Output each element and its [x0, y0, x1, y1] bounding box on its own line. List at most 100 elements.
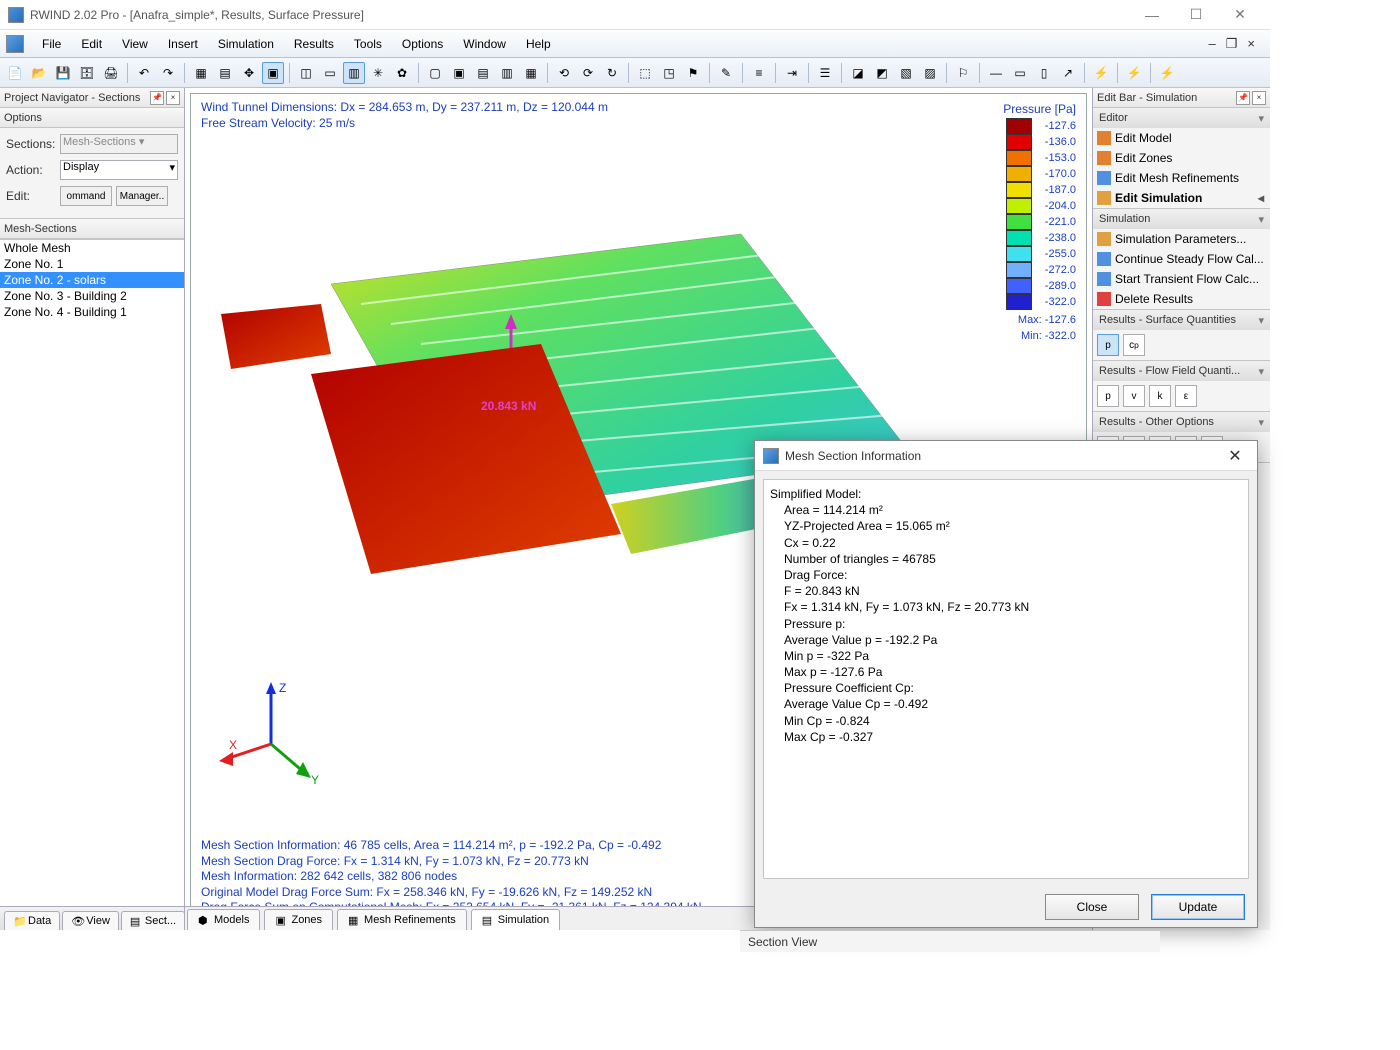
close-panel-icon[interactable]: ×	[166, 91, 180, 105]
menu-view[interactable]: View	[112, 33, 158, 55]
pin-icon[interactable]: 📌	[1236, 91, 1250, 105]
menu-edit[interactable]: Edit	[71, 33, 112, 55]
flow-k-button[interactable]: k	[1149, 385, 1171, 407]
view2-icon[interactable]: ▣	[448, 62, 470, 84]
list-item[interactable]: Zone No. 1	[0, 256, 184, 272]
list-item[interactable]: Whole Mesh	[0, 240, 184, 256]
nav-tab-view[interactable]: 👁View	[62, 911, 119, 930]
menu-tools[interactable]: Tools	[344, 33, 392, 55]
arrow-icon[interactable]: ↗	[1057, 62, 1079, 84]
menu-insert[interactable]: Insert	[158, 33, 208, 55]
print-icon[interactable]: 🖨	[100, 62, 122, 84]
select-icon[interactable]: ▣	[262, 62, 284, 84]
minimize-button[interactable]: —	[1130, 1, 1174, 29]
list-item[interactable]: Zone No. 3 - Building 2	[0, 288, 184, 304]
doc-tab-zones[interactable]: ▣Zones	[264, 909, 333, 930]
menu-help[interactable]: Help	[516, 33, 561, 55]
edit-manager-button[interactable]: Manager..	[116, 186, 168, 206]
box3-icon[interactable]: ▥	[343, 62, 365, 84]
redo-icon[interactable]: ↷	[157, 62, 179, 84]
mdi-close[interactable]: ×	[1244, 36, 1258, 52]
move-icon[interactable]: ✥	[238, 62, 260, 84]
flow-p-button[interactable]: p	[1097, 385, 1119, 407]
sim-item[interactable]: Start Transient Flow Calc...	[1093, 269, 1270, 289]
open-icon[interactable]: 📂	[28, 62, 50, 84]
menu-options[interactable]: Options	[392, 33, 453, 55]
edit-command-button[interactable]: ommand	[60, 186, 112, 206]
nav-tab-sect[interactable]: ▤Sect...	[121, 911, 185, 930]
flag-icon[interactable]: ⚑	[682, 62, 704, 84]
box1-icon[interactable]: ◫	[295, 62, 317, 84]
editor-item[interactable]: Edit Model	[1093, 128, 1270, 148]
tool-icon[interactable]: ✿	[391, 62, 413, 84]
rotate3-icon[interactable]: ↻	[601, 62, 623, 84]
flow-v-button[interactable]: v	[1123, 385, 1145, 407]
misc2-icon[interactable]: ◩	[871, 62, 893, 84]
pin-icon[interactable]: 📌	[150, 91, 164, 105]
doc-tab-models[interactable]: ⬢Models	[187, 909, 260, 930]
update-button[interactable]: Update	[1151, 894, 1245, 920]
misc3-icon[interactable]: ▧	[895, 62, 917, 84]
save-icon[interactable]: 💾	[52, 62, 74, 84]
close-button[interactable]: ✕	[1218, 1, 1262, 29]
editor-item[interactable]: Edit Zones	[1093, 148, 1270, 168]
close-panel-icon[interactable]: ×	[1252, 91, 1266, 105]
light2-icon[interactable]: ⚡	[1123, 62, 1145, 84]
dialog-close-icon[interactable]: ✕	[1221, 446, 1249, 466]
doc-tab-simulation[interactable]: ▤Simulation	[471, 909, 560, 930]
simulation-section-header[interactable]: Simulation▾	[1093, 209, 1270, 229]
menu-window[interactable]: Window	[453, 33, 516, 55]
cube2-icon[interactable]: ◳	[658, 62, 680, 84]
view3-icon[interactable]: ▤	[472, 62, 494, 84]
align-icon[interactable]: ⇥	[781, 62, 803, 84]
dialog-titlebar[interactable]: Mesh Section Information ✕	[755, 441, 1257, 471]
box2-icon[interactable]: ▭	[319, 62, 341, 84]
new-icon[interactable]: 📄	[4, 62, 26, 84]
other-options-header[interactable]: Results - Other Options▾	[1093, 412, 1270, 432]
misc1-icon[interactable]: ◪	[847, 62, 869, 84]
view1-icon[interactable]: ▢	[424, 62, 446, 84]
close-button[interactable]: Close	[1045, 894, 1139, 920]
flag2-icon[interactable]: ⚐	[952, 62, 974, 84]
flow-e-button[interactable]: ε	[1175, 385, 1197, 407]
sim-item[interactable]: Delete Results	[1093, 289, 1270, 309]
nav-tab-data[interactable]: 📁Data	[4, 911, 60, 930]
grid-icon[interactable]: ▦	[190, 62, 212, 84]
view5-icon[interactable]: ▦	[520, 62, 542, 84]
editor-section-header[interactable]: Editor▾	[1093, 108, 1270, 128]
saveall-icon[interactable]: 🗄	[76, 62, 98, 84]
dash-icon[interactable]: —	[985, 62, 1007, 84]
menu-file[interactable]: File	[32, 33, 71, 55]
box-icon[interactable]: ▭	[1009, 62, 1031, 84]
sim-item[interactable]: Continue Steady Flow Cal...	[1093, 249, 1270, 269]
vert-icon[interactable]: ▯	[1033, 62, 1055, 84]
rotate1-icon[interactable]: ⟲	[553, 62, 575, 84]
doc-tab-mesh-refinements[interactable]: ▦Mesh Refinements	[337, 909, 467, 930]
grid2-icon[interactable]: ▤	[214, 62, 236, 84]
surface-quantities-header[interactable]: Results - Surface Quantities▾	[1093, 310, 1270, 330]
flow-quantities-header[interactable]: Results - Flow Field Quanti...▾	[1093, 361, 1270, 381]
pressure-p-button[interactable]: p	[1097, 334, 1119, 356]
editor-item[interactable]: Edit Simulation◂	[1093, 188, 1270, 208]
light3-icon[interactable]: ⚡	[1156, 62, 1178, 84]
mesh-sections-list[interactable]: Whole MeshZone No. 1Zone No. 2 - solarsZ…	[0, 239, 184, 906]
editor-item[interactable]: Edit Mesh Refinements	[1093, 168, 1270, 188]
rotate2-icon[interactable]: ⟳	[577, 62, 599, 84]
pressure-cp-button[interactable]: cp	[1123, 334, 1145, 356]
mdi-minimize[interactable]: –	[1206, 36, 1219, 52]
light1-icon[interactable]: ⚡	[1090, 62, 1112, 84]
misc4-icon[interactable]: ▨	[919, 62, 941, 84]
maximize-button[interactable]: ☐	[1174, 1, 1218, 29]
stack-icon[interactable]: ☰	[814, 62, 836, 84]
menu-results[interactable]: Results	[284, 33, 344, 55]
action-select[interactable]: Display ▾	[60, 160, 178, 180]
sections-select[interactable]: Mesh-Sections ▾	[60, 134, 178, 154]
list-item[interactable]: Zone No. 4 - Building 1	[0, 304, 184, 320]
menu-simulation[interactable]: Simulation	[208, 33, 284, 55]
view4-icon[interactable]: ▥	[496, 62, 518, 84]
mdi-restore[interactable]: ❐	[1223, 36, 1241, 52]
cube1-icon[interactable]: ⬚	[634, 62, 656, 84]
undo-icon[interactable]: ↶	[133, 62, 155, 84]
layer-icon[interactable]: ≡	[748, 62, 770, 84]
sim-item[interactable]: Simulation Parameters...	[1093, 229, 1270, 249]
